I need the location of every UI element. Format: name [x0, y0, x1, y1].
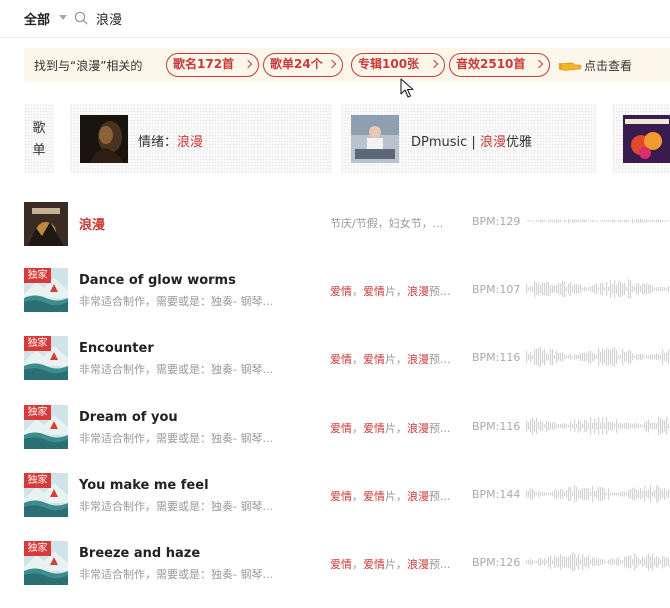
- track-title[interactable]: Breeze and haze: [79, 546, 200, 561]
- chip-songs[interactable]: 歌名172首: [166, 53, 259, 77]
- track-description: 非常适合制作，需要或是：独奏- 钢琴...: [79, 432, 273, 445]
- playlist-cover-image: [623, 115, 670, 163]
- chevron-down-icon[interactable]: [59, 15, 67, 20]
- chevron-right-icon: [429, 59, 439, 69]
- track-bpm: BPM:129: [472, 215, 521, 228]
- track-cover-image: 独家: [24, 405, 68, 449]
- waveform[interactable]: [526, 549, 670, 575]
- track-bpm: BPM:116: [472, 420, 521, 433]
- search-bar: 全部 浪漫: [0, 0, 670, 38]
- track-bpm: BPM:107: [472, 283, 521, 296]
- waveform[interactable]: [526, 208, 670, 234]
- waveform[interactable]: [526, 276, 670, 302]
- search-icon[interactable]: [74, 11, 88, 25]
- waveform[interactable]: [526, 413, 670, 439]
- track-tags[interactable]: 爱情，爱情片，浪漫预...: [330, 420, 451, 436]
- pointing-hand-icon[interactable]: [558, 57, 582, 73]
- result-banner: 找到与“浪漫”相关的 歌名172首 歌单24个 专辑100张 音效2510首 点…: [24, 48, 670, 82]
- track-title[interactable]: Dance of glow worms: [79, 273, 236, 288]
- chevron-right-icon: [534, 59, 544, 69]
- chip-playlists[interactable]: 歌单24个: [263, 53, 343, 77]
- playlist-title: DPmusic | 浪漫优雅: [411, 135, 532, 150]
- track-title[interactable]: You make me feel: [79, 478, 209, 493]
- track-description: 非常适合制作，需要或是：独奏- 钢琴...: [79, 500, 273, 513]
- track-row[interactable]: 独家 Encounter 非常适合制作，需要或是：独奏- 钢琴... 爱情，爱情片，浪…: [0, 336, 670, 404]
- track-description: 非常适合制作，需要或是：独奏- 钢琴...: [79, 363, 273, 376]
- track-row[interactable]: 独家 Breeze and haze 非常适合制作，需要或是：独奏- 钢琴... 爱情…: [0, 541, 670, 608]
- track-tags[interactable]: 爱情，爱情片，浪漫预...: [330, 351, 451, 367]
- mouse-cursor-icon: [400, 78, 414, 98]
- chip-albums[interactable]: 专辑100张: [351, 53, 445, 77]
- playlist-section-label-box: 歌单: [24, 104, 54, 174]
- track-cover-image: [24, 202, 68, 246]
- playlist-title: 情绪：浪漫: [138, 135, 204, 150]
- track-title[interactable]: Encounter: [79, 341, 154, 356]
- chip-sound-effects[interactable]: 音效2510首: [449, 53, 550, 77]
- track-row[interactable]: 独家 Dance of glow worms 非常适合制作，需要或是：独奏- 钢琴.…: [0, 268, 670, 336]
- track-bpm: BPM:116: [472, 351, 521, 364]
- track-cover-image: 独家: [24, 473, 68, 517]
- track-row[interactable]: 独家 Dream of you 非常适合制作，需要或是：独奏- 钢琴... 爱情，爱情…: [0, 405, 670, 473]
- chevron-right-icon: [327, 59, 337, 69]
- track-bpm: BPM:126: [472, 556, 521, 569]
- playlist-section-heading: 歌单: [32, 121, 46, 158]
- search-scope-select[interactable]: 全部: [24, 9, 50, 28]
- track-description: 非常适合制作，需要或是：独奏- 钢琴...: [79, 568, 273, 581]
- track-tags[interactable]: 爱情，爱情片，浪漫预...: [330, 488, 451, 504]
- track-tags[interactable]: 爱情，爱情片，浪漫预...: [330, 283, 451, 299]
- playlist-card[interactable]: 情绪：浪漫: [70, 104, 332, 174]
- track-tags[interactable]: 节庆/节假，妇女节，...: [330, 215, 443, 231]
- playlist-card[interactable]: DPmusic | 浪漫优雅: [341, 104, 597, 174]
- exclusive-badge: 独家: [24, 405, 51, 420]
- view-link[interactable]: 点击查看: [584, 57, 632, 74]
- track-tags[interactable]: 爱情，爱情片，浪漫预...: [330, 556, 451, 572]
- waveform[interactable]: [526, 481, 670, 507]
- exclusive-badge: 独家: [24, 268, 51, 283]
- exclusive-badge: 独家: [24, 541, 51, 556]
- track-row[interactable]: 独家 You make me feel 非常适合制作，需要或是：独奏- 钢琴... 爱…: [0, 473, 670, 541]
- track-bpm: BPM:144: [472, 488, 521, 501]
- track-description: 非常适合制作，需要或是：独奏- 钢琴...: [79, 295, 273, 308]
- track-cover-image: 独家: [24, 268, 68, 312]
- track-title[interactable]: Dream of you: [79, 410, 178, 425]
- track-title[interactable]: 浪漫: [79, 214, 105, 233]
- chevron-right-icon: [243, 59, 253, 69]
- track-cover-image: 独家: [24, 541, 68, 585]
- playlist-cover-image: [80, 115, 128, 163]
- exclusive-badge: 独家: [24, 473, 51, 488]
- waveform[interactable]: [526, 344, 670, 370]
- exclusive-badge: 独家: [24, 336, 51, 351]
- search-input[interactable]: 浪漫: [96, 9, 122, 28]
- result-banner-text: 找到与“浪漫”相关的: [34, 59, 143, 73]
- playlist-cover-image: [351, 115, 399, 163]
- track-row[interactable]: 浪漫 节庆/节假，妇女节，... BPM:129: [0, 200, 670, 268]
- track-cover-image: 独家: [24, 336, 68, 380]
- playlist-card[interactable]: [612, 104, 670, 174]
